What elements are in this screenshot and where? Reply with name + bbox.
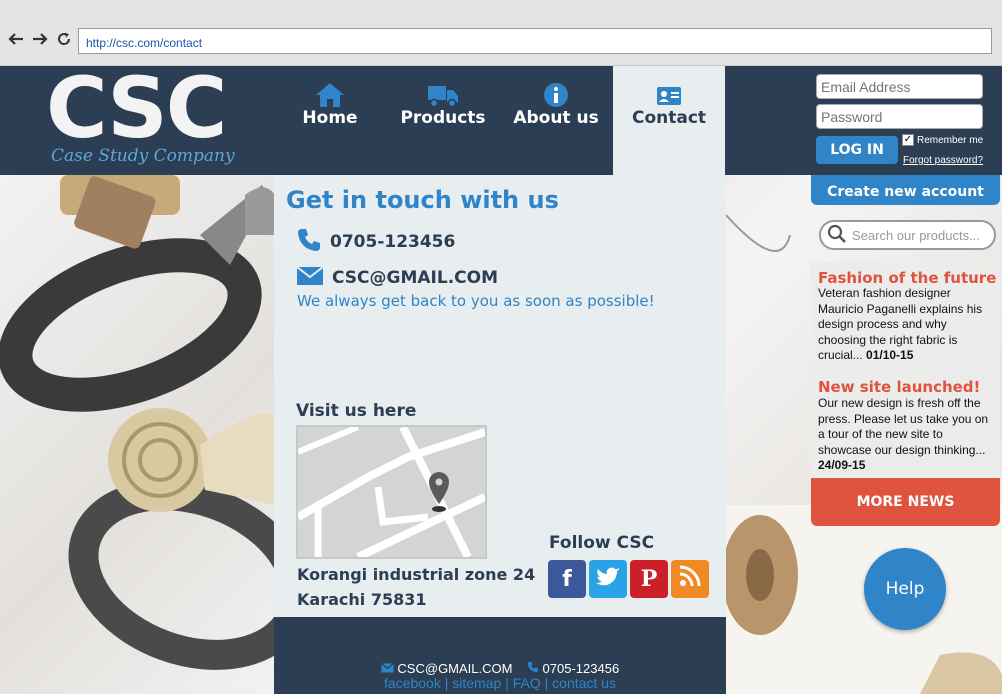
info-icon [500,82,612,110]
visit-title: Visit us here [296,401,417,421]
nav-label: Contact [631,108,707,128]
site-logo[interactable]: CSC Case Study Company [46,66,246,175]
footer-link-facebook[interactable]: facebook [384,675,441,691]
address: Korangi industrial zone 24 Karachi 75831 [297,562,535,612]
contact-phone[interactable]: 0705-123456 [296,227,455,257]
remember-checkbox[interactable]: ✓ [902,134,914,146]
news-body: Veteran fashion designer Mauricio Pagane… [818,286,998,364]
news-title[interactable]: New site launched! [818,378,980,396]
contact-card-icon [613,82,725,110]
create-account-button[interactable]: Create new account [811,175,1000,205]
truck-icon [387,82,499,110]
news-text: Our new design is fresh off the press. P… [818,396,989,457]
phone-icon [296,227,322,257]
contact-note: We always get back to you as soon as pos… [297,292,655,310]
news-date: 24/09-15 [818,458,866,472]
nav-item-home[interactable]: Home [274,66,386,175]
nav-label: About us [513,108,599,128]
remember-label: Remember me [917,134,984,146]
news-body: Our new design is fresh off the press. P… [818,396,998,474]
logo-title: CSC [46,59,227,157]
news-title[interactable]: Fashion of the future [818,269,996,287]
page-title: Get in touch with us [286,186,559,214]
twitter-button[interactable] [589,560,627,598]
address-line: Karachi 75831 [297,590,427,609]
search-input[interactable]: Search our products... [852,228,980,243]
nav-label: Products [400,108,486,128]
mail-icon [296,266,324,290]
pinterest-icon: P [640,566,658,592]
nav-item-products[interactable]: Products [387,66,499,175]
footer-email[interactable]: CSC@GMAIL.COM [397,661,512,676]
site-footer: CSC@GMAIL.COM 0705-123456 facebook | sit… [274,617,726,694]
phone-number: 0705-123456 [330,232,456,252]
twitter-icon [596,566,620,592]
help-button[interactable]: Help [864,548,946,630]
footer-phone[interactable]: 0705-123456 [543,661,620,676]
rss-icon [679,565,701,593]
url-bar[interactable]: http://csc.com/contact [78,28,992,54]
footer-link-sitemap[interactable]: sitemap [452,675,501,691]
forward-arrow-icon[interactable] [31,30,49,48]
facebook-button[interactable]: f [548,560,586,598]
search-box[interactable]: Search our products... [819,220,996,250]
forgot-password-link[interactable]: Forgot password? [903,155,983,166]
browser-chrome: http://csc.com/contact [0,0,1002,66]
password-input[interactable] [816,104,983,129]
contact-email[interactable]: CSC@GMAIL.COM [296,266,498,290]
news-date: 01/10-15 [866,348,914,362]
phone-icon [527,661,543,676]
facebook-icon: f [562,566,572,592]
logo-subtitle: Case Study Company [51,146,235,166]
mail-icon [380,661,398,676]
reload-icon[interactable] [55,30,73,48]
nav-item-contact[interactable]: Contact [613,66,725,175]
email-input[interactable] [816,74,983,99]
follow-title: Follow CSC [549,533,655,553]
footer-link-contact[interactable]: contact us [552,675,616,691]
footer-link-faq[interactable]: FAQ [513,675,541,691]
map-pin-icon [428,472,450,518]
pinterest-button[interactable]: P [630,560,668,598]
nav-item-about[interactable]: About us [500,66,612,175]
footer-links: facebook | sitemap | FAQ | contact us [384,675,616,691]
email-address: CSC@GMAIL.COM [332,268,498,288]
remember-me[interactable]: ✓ Remember me [902,134,983,146]
more-news-button[interactable]: MORE NEWS [811,478,1000,526]
news-panel: Fashion of the future Veteran fashion de… [811,262,1000,478]
location-map[interactable] [296,425,487,559]
home-icon [274,82,386,110]
nav-label: Home [302,108,358,128]
login-button[interactable]: LOG IN [816,136,898,164]
search-icon [827,224,847,247]
contact-panel: Get in touch with us 0705-123456 CSC@GMA… [274,175,726,617]
rss-button[interactable] [671,560,709,598]
address-line: Korangi industrial zone 24 [297,565,536,584]
footer-contact: CSC@GMAIL.COM 0705-123456 [274,661,726,676]
back-arrow-icon[interactable] [7,30,25,48]
